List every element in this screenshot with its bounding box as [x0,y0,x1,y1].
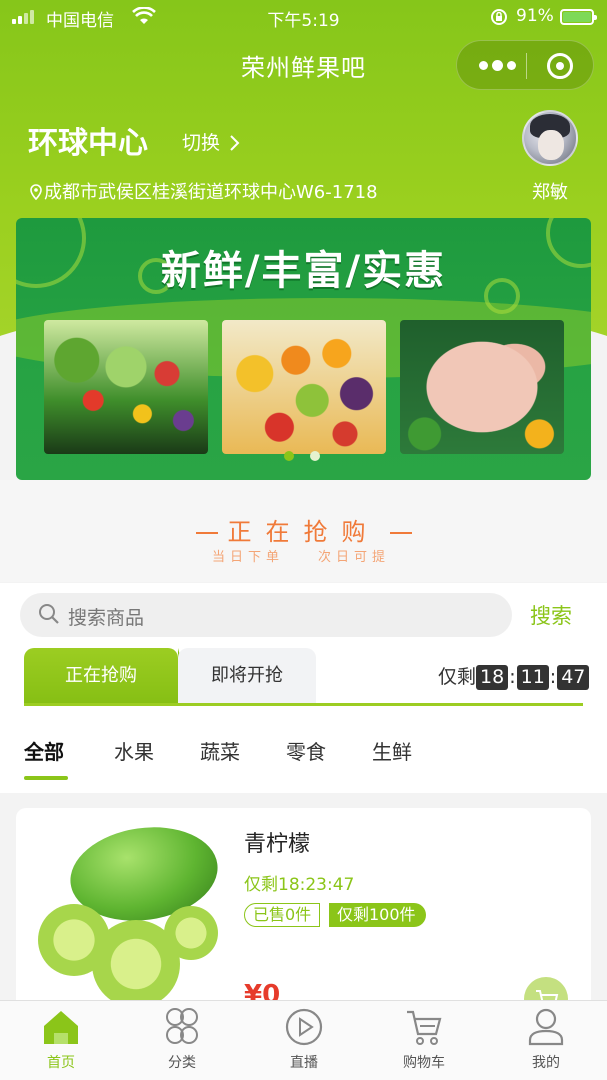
flash-subtitle-left: 当日下单 [212,550,285,565]
tab-live[interactable]: 直播 [264,1006,344,1072]
stock-left-badge: 仅剩100件 [329,903,426,927]
banner-dot-active[interactable] [284,451,294,461]
category-snacks[interactable]: 零食 [286,736,326,765]
tab-coming-soon[interactable]: 即将开抢 [178,648,316,704]
live-play-icon [285,1008,323,1046]
countdown-label: 仅剩 [438,666,477,688]
lime-slice [92,920,180,1008]
search-placeholder: 搜索商品 [68,607,145,629]
vegetables-image [44,320,208,454]
more-dots-icon[interactable] [479,59,516,73]
switch-store-label: 切换 [182,132,221,154]
switch-store-button[interactable]: 切换 [182,128,240,155]
store-name: 环球中心 [28,126,148,161]
status-bar: 中国电信 下午5:19 91% [0,0,607,34]
tab-category[interactable]: 分类 [142,1006,222,1072]
home-icon [44,1011,78,1044]
capsule-divider [526,53,527,79]
promo-banner[interactable]: 新鲜/丰富/实惠 [16,218,591,480]
banner-dot[interactable] [310,451,320,461]
address-text: 成都市武侯区桂溪街道环球中心W6-1718 [44,182,378,203]
chicken-image [400,320,564,454]
avatar[interactable] [522,110,578,166]
countdown-minutes: 11 [516,665,549,690]
countdown-timer: 仅剩 18:11:47 [438,662,590,690]
countdown-colon: : [509,666,516,688]
location-pin-icon [30,184,42,200]
flash-sale-title: 正在抢购 [0,512,607,547]
store-address: 成都市武侯区桂溪街道环球中心W6-1718 [30,178,378,204]
tab-home-label: 首页 [47,1055,75,1071]
flash-subtitle-right: 次日可提 [318,550,391,565]
banner-title: 新鲜/丰富/实惠 [160,248,447,294]
chevron-right-icon [230,135,240,151]
tab-flash-sale-now[interactable]: 正在抢购 [24,648,192,704]
category-vegetables[interactable]: 蔬菜 [200,736,240,765]
tab-category-label: 分类 [168,1055,196,1071]
orientation-lock-icon [491,9,507,25]
tab-cart[interactable]: 购物车 [384,1006,464,1072]
tab-underline [24,703,583,706]
sold-count-badge: 已售0件 [244,903,321,927]
product-time-left: 仅剩18:23:47 [244,875,355,895]
countdown-seconds: 47 [557,665,590,690]
category-underline [24,776,68,780]
tab-live-label: 直播 [290,1055,318,1071]
title-dash-right [389,532,412,534]
fruits-image [222,320,386,454]
tab-home[interactable]: 首页 [21,1006,101,1072]
profile-icon [528,1008,564,1046]
close-miniprogram-icon[interactable] [547,53,573,79]
username: 郑敏 [532,182,568,203]
miniprogram-capsule [456,40,594,90]
cart-icon [407,1010,442,1045]
title-dash-left [195,532,218,534]
battery-percent: 91% [516,6,554,26]
tab-profile-label: 我的 [532,1055,560,1071]
tab-cart-label: 购物车 [403,1055,445,1071]
category-fruit[interactable]: 水果 [114,736,154,765]
flash-sale-title-text: 正在抢购 [227,518,380,546]
search-icon [39,604,59,624]
search-button[interactable]: 搜索 [530,600,572,630]
battery-icon [560,9,597,25]
tab-profile[interactable]: 我的 [506,1006,586,1072]
search-input[interactable]: 搜索商品 [20,593,512,637]
countdown-hours: 18 [476,665,509,690]
countdown-colon: : [549,666,557,688]
category-all[interactable]: 全部 [24,736,64,765]
product-name: 青柠檬 [244,832,311,857]
category-icon [166,1007,198,1044]
category-fresh[interactable]: 生鲜 [372,736,412,765]
